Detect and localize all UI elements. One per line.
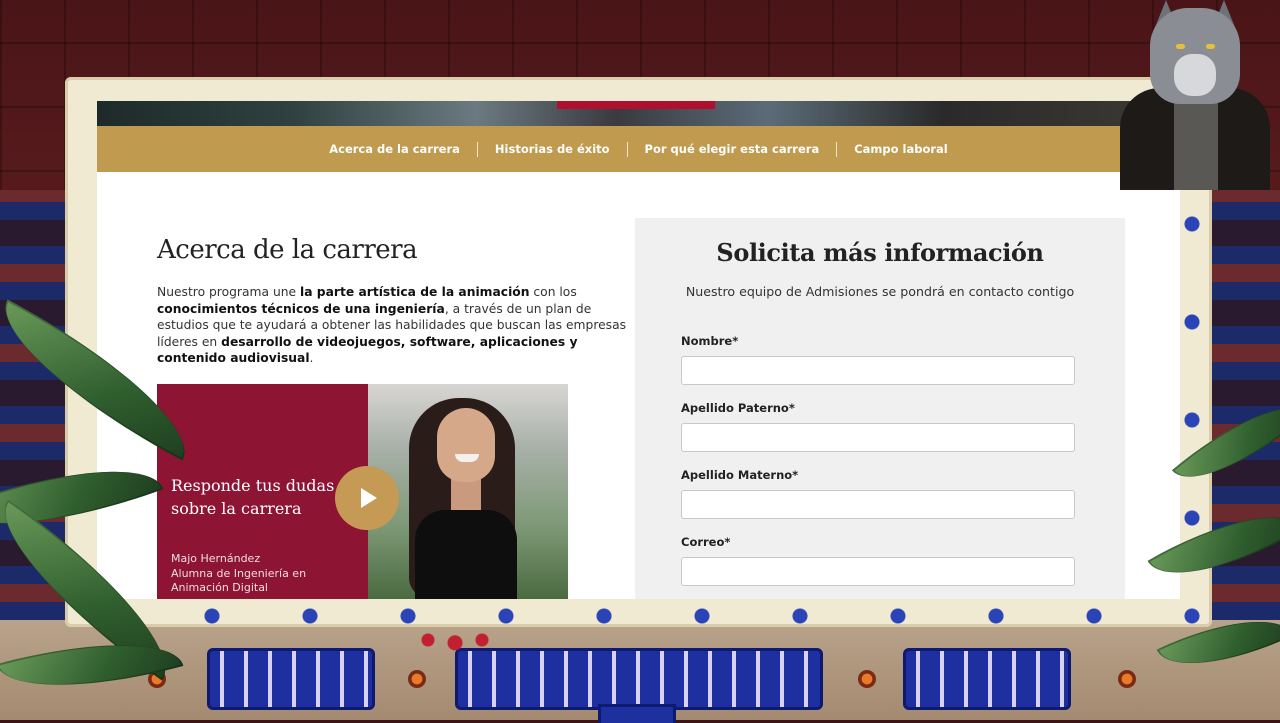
student-photo [415,510,517,599]
floor-ornament [1118,670,1136,688]
avatar-eye [1206,44,1215,49]
browser-capture: Acerca de la carrera Historias de éxito … [97,101,1180,599]
floor-ornament [858,670,876,688]
red-flowers [410,626,500,654]
video-card[interactable]: Responde tus dudas sobre la carrera Majo… [157,384,568,599]
play-button[interactable] [335,466,399,530]
floor-tile-pattern [455,648,823,710]
apellido-materno-field[interactable] [681,490,1075,519]
apellido-materno-label: Apellido Materno* [681,468,799,482]
nav-item-por-que[interactable]: Por qué elegir esta carrera [628,142,837,156]
hero-red-accent [557,101,715,109]
about-description: Nuestro programa une la parte artística … [157,284,629,367]
about-text-part: . [309,351,314,366]
avatar-eye [1176,44,1185,49]
info-request-form: Solicita más información Nuestro equipo … [635,218,1125,599]
floor-tile-pattern [598,704,676,723]
video-heading: Responde tus dudas sobre la carrera [171,476,335,518]
section-navbar: Acerca de la carrera Historias de éxito … [97,126,1180,172]
floor-tile-pattern [903,648,1071,710]
apellido-paterno-label: Apellido Paterno* [681,401,795,415]
form-title: Solicita más información [716,238,1044,267]
avatar-shirt [1174,100,1218,190]
about-text-part: Nuestro programa une [157,285,300,299]
apellido-paterno-field[interactable] [681,423,1075,452]
nav-item-campo-laboral[interactable]: Campo laboral [837,142,965,156]
nav-item-historias[interactable]: Historias de éxito [478,142,627,156]
correo-label: Correo* [681,535,731,549]
wolf-muzzle [1174,54,1216,96]
about-text-bold: desarrollo de videojuegos, software, apl… [157,334,578,366]
video-person: Majo Hernández Alumna de Ingeniería en A… [171,552,361,596]
play-icon [361,488,377,508]
person-role: Alumna de Ingeniería en Animación Digita… [171,566,307,595]
form-subtitle: Nuestro equipo de Admisiones se pondrá e… [685,284,1075,299]
person-name: Majo Hernández [171,552,261,565]
about-text-bold: la parte artística de la animación [300,285,530,299]
about-text-bold: conocimientos técnicos de una ingeniería [157,301,445,316]
student-photo [437,408,495,482]
about-text-part: con los [529,285,577,299]
nombre-label: Nombre* [681,334,739,348]
nav-item-acerca[interactable]: Acerca de la carrera [312,142,477,156]
correo-field[interactable] [681,557,1075,586]
about-title: Acerca de la carrera [157,235,418,265]
nombre-field[interactable] [681,356,1075,385]
streamer-avatar [1102,0,1280,190]
floor-ornament [408,670,426,688]
floor-tile-pattern [207,648,375,710]
